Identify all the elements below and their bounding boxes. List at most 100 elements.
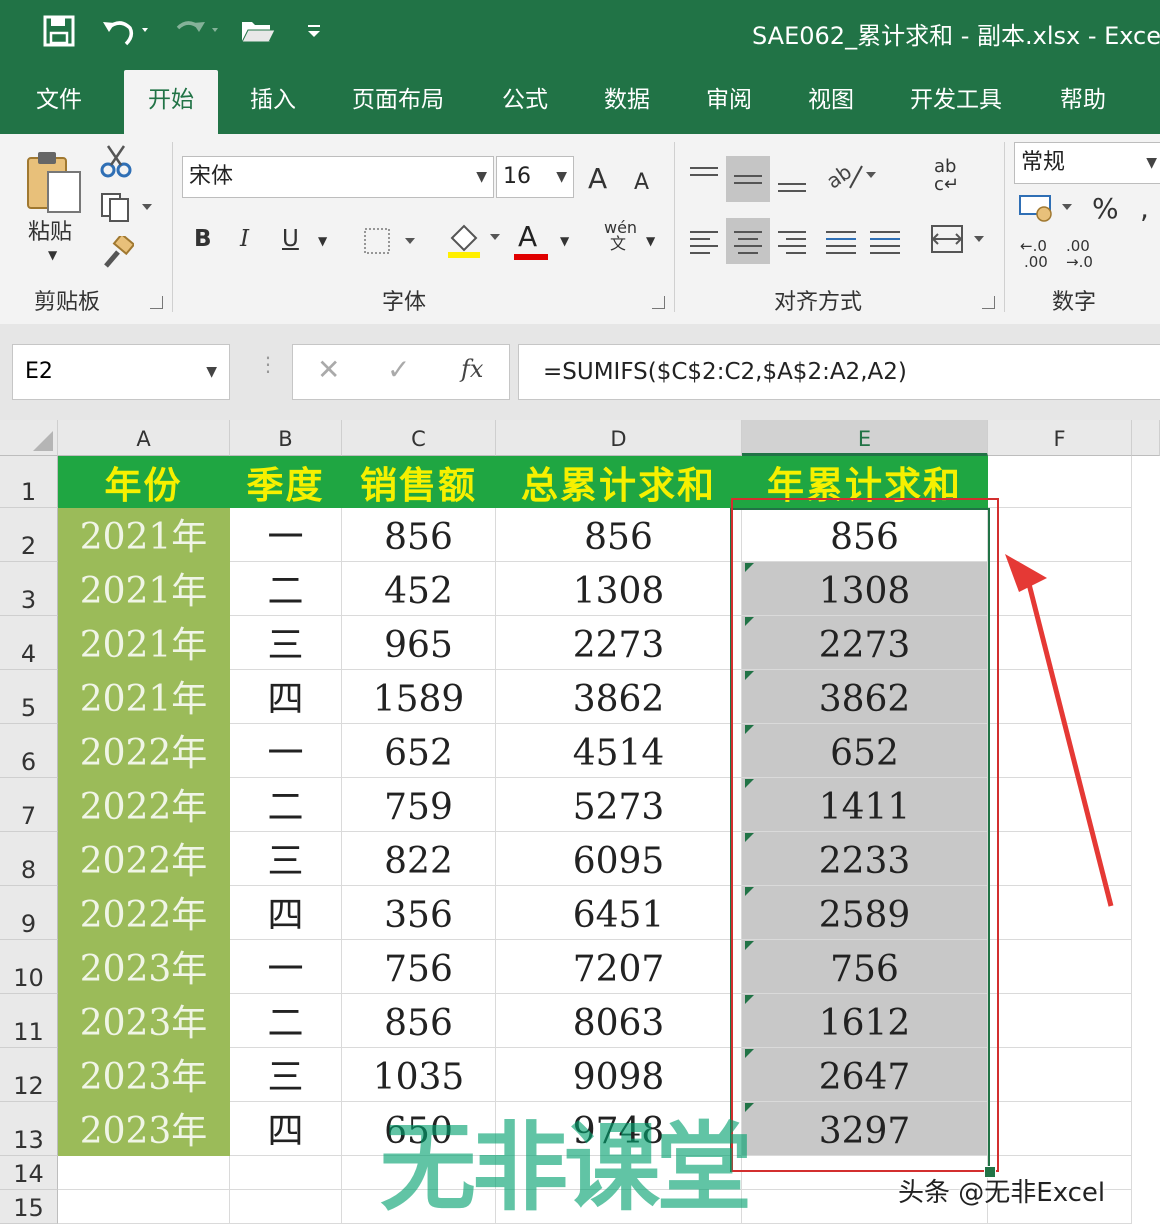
orientation-icon[interactable]: ab: [822, 158, 880, 200]
row-header[interactable]: 12: [0, 1048, 58, 1102]
col-header-f[interactable]: F: [988, 420, 1132, 456]
tab-formulas[interactable]: 公式: [502, 84, 548, 134]
year-cell[interactable]: 2022年: [58, 778, 230, 832]
cell[interactable]: [988, 994, 1132, 1048]
header-cell[interactable]: 年份: [58, 456, 230, 508]
year-cell[interactable]: 2022年: [58, 886, 230, 940]
paste-dropdown-icon[interactable]: ▼: [48, 248, 57, 262]
paste-icon[interactable]: [24, 148, 86, 222]
alignment-launcher-icon[interactable]: [982, 296, 995, 309]
sales-cell[interactable]: 759: [342, 778, 496, 832]
row-header[interactable]: 5: [0, 670, 58, 724]
cut-icon[interactable]: [100, 144, 132, 184]
chevron-down-icon[interactable]: ▼: [646, 234, 655, 248]
chevron-down-icon[interactable]: ▼: [556, 157, 567, 197]
col-header-a[interactable]: A: [58, 420, 230, 456]
sales-cell[interactable]: 652: [342, 724, 496, 778]
confirm-icon[interactable]: ✓: [387, 353, 410, 386]
font-launcher-icon[interactable]: [652, 296, 665, 309]
row-header[interactable]: 9: [0, 886, 58, 940]
wrap-text-button[interactable]: ab c↵: [934, 158, 959, 194]
year-cell[interactable]: 2022年: [58, 724, 230, 778]
cell[interactable]: [988, 1048, 1132, 1102]
chevron-down-icon[interactable]: ▼: [1146, 143, 1157, 183]
bold-button[interactable]: B: [194, 226, 212, 252]
row-header[interactable]: 4: [0, 616, 58, 670]
row-header[interactable]: 6: [0, 724, 58, 778]
col-header-c[interactable]: C: [342, 420, 496, 456]
font-size-combobox[interactable]: 16 ▼: [496, 156, 574, 198]
copy-icon[interactable]: [100, 192, 156, 228]
running-total-cell[interactable]: 7207: [496, 940, 742, 994]
quarter-cell[interactable]: 四: [230, 670, 342, 724]
format-painter-icon[interactable]: [102, 232, 136, 276]
quarter-cell[interactable]: 四: [230, 886, 342, 940]
row-header[interactable]: 13: [0, 1102, 58, 1156]
tab-data[interactable]: 数据: [604, 84, 650, 134]
col-header-e[interactable]: E: [742, 420, 988, 456]
chevron-down-icon[interactable]: ▼: [476, 157, 487, 197]
align-center-icon[interactable]: [734, 226, 762, 259]
chevron-down-icon[interactable]: ▼: [206, 345, 217, 399]
quarter-cell[interactable]: 三: [230, 1048, 342, 1102]
year-cell[interactable]: 2021年: [58, 508, 230, 562]
header-cell[interactable]: 季度: [230, 456, 342, 508]
row-header[interactable]: 3: [0, 562, 58, 616]
number-format-combobox[interactable]: 常规 ▼: [1014, 142, 1160, 184]
running-total-cell[interactable]: 5273: [496, 778, 742, 832]
quarter-cell[interactable]: 二: [230, 994, 342, 1048]
sales-cell[interactable]: 965: [342, 616, 496, 670]
running-total-cell[interactable]: 856: [496, 508, 742, 562]
tab-home[interactable]: 开始: [124, 70, 218, 134]
underline-button[interactable]: U: [282, 226, 299, 252]
running-total-cell[interactable]: 3862: [496, 670, 742, 724]
sales-cell[interactable]: 856: [342, 994, 496, 1048]
quarter-cell[interactable]: 三: [230, 616, 342, 670]
col-header-g[interactable]: [1132, 420, 1160, 456]
running-total-cell[interactable]: 2273: [496, 616, 742, 670]
year-cell[interactable]: 2023年: [58, 1048, 230, 1102]
quarter-cell[interactable]: 一: [230, 724, 342, 778]
borders-icon[interactable]: [362, 226, 422, 262]
font-color-button[interactable]: A: [518, 220, 537, 253]
running-total-cell[interactable]: 6451: [496, 886, 742, 940]
quarter-cell[interactable]: 二: [230, 778, 342, 832]
formula-input[interactable]: =SUMIFS($C$2:C2,$A$2:A2,A2): [518, 344, 1160, 400]
fill-color-icon[interactable]: [446, 220, 506, 266]
customize-icon[interactable]: [306, 14, 322, 54]
cell[interactable]: [230, 1156, 342, 1190]
more-options-icon[interactable]: ⋮: [258, 354, 278, 374]
running-total-cell[interactable]: 4514: [496, 724, 742, 778]
open-folder-icon[interactable]: [240, 14, 276, 59]
year-cell[interactable]: 2023年: [58, 1102, 230, 1156]
row-header[interactable]: 11: [0, 994, 58, 1048]
chevron-down-icon[interactable]: ▼: [560, 234, 569, 248]
tab-insert[interactable]: 插入: [250, 84, 296, 134]
insert-function-button[interactable]: fx: [461, 355, 483, 383]
align-middle-icon[interactable]: [734, 170, 762, 189]
quarter-cell[interactable]: 一: [230, 508, 342, 562]
row-header[interactable]: 15: [0, 1190, 58, 1224]
align-top-icon[interactable]: [690, 162, 718, 181]
year-cell[interactable]: 2021年: [58, 562, 230, 616]
col-header-b[interactable]: B: [230, 420, 342, 456]
year-cell[interactable]: 2023年: [58, 994, 230, 1048]
year-cell[interactable]: 2022年: [58, 832, 230, 886]
sales-cell[interactable]: 856: [342, 508, 496, 562]
cell[interactable]: [58, 1156, 230, 1190]
sales-cell[interactable]: 822: [342, 832, 496, 886]
sales-cell[interactable]: 452: [342, 562, 496, 616]
running-total-cell[interactable]: 6095: [496, 832, 742, 886]
quarter-cell[interactable]: 二: [230, 562, 342, 616]
year-cell[interactable]: 2021年: [58, 670, 230, 724]
decrease-decimal-button[interactable]: .00 →.0: [1066, 238, 1093, 270]
merge-center-icon[interactable]: [930, 222, 990, 262]
shrink-font-button[interactable]: A: [634, 170, 649, 195]
cell[interactable]: [58, 1190, 230, 1224]
cell[interactable]: [988, 940, 1132, 994]
row-header[interactable]: 7: [0, 778, 58, 832]
save-icon[interactable]: [42, 14, 76, 59]
cell[interactable]: [230, 1190, 342, 1224]
row-header[interactable]: 8: [0, 832, 58, 886]
increase-decimal-button[interactable]: ←.0 .00: [1020, 238, 1048, 270]
